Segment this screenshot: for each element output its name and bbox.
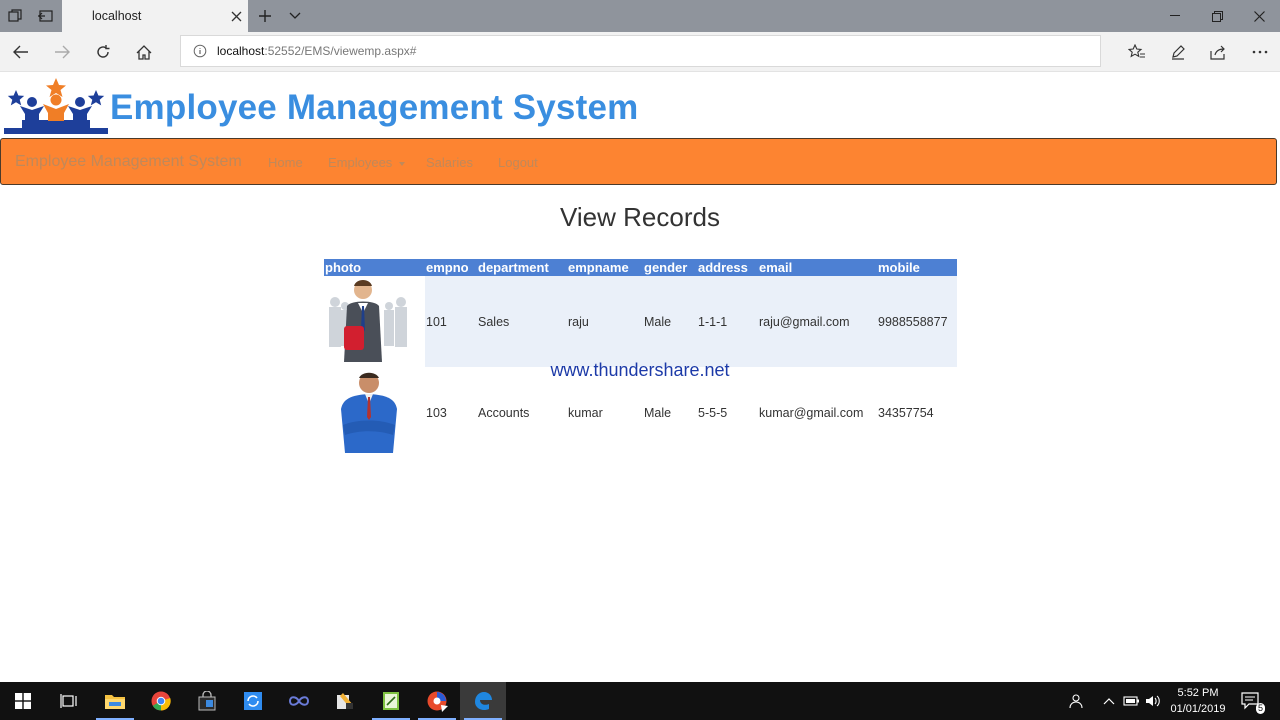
minimize-icon[interactable] xyxy=(1154,0,1196,32)
clock-date: 01/01/2019 xyxy=(1170,703,1226,715)
column-header-mobile: mobile xyxy=(877,259,957,276)
restore-icon[interactable] xyxy=(1196,0,1238,32)
sync-app-icon[interactable] xyxy=(230,682,276,720)
action-center-icon[interactable]: 5 xyxy=(1238,682,1265,720)
cell-email: raju@gmail.com xyxy=(758,276,877,367)
chrome-icon[interactable] xyxy=(138,682,184,720)
employee-records-table: photo empno department empname gender ad… xyxy=(324,259,957,458)
site-title: Employee Management System xyxy=(110,88,639,127)
column-header-photo: photo xyxy=(324,259,425,276)
column-header-gender: gender xyxy=(643,259,697,276)
watermark-text: www.thundershare.net xyxy=(550,360,730,380)
column-header-department: department xyxy=(477,259,567,276)
url-host: localhost xyxy=(217,44,265,58)
task-view-icon[interactable] xyxy=(46,682,92,720)
dev-tools-icon[interactable] xyxy=(322,682,368,720)
tab-actions-icon[interactable] xyxy=(0,0,30,32)
close-tab-icon[interactable] xyxy=(226,6,246,26)
refresh-icon[interactable] xyxy=(87,36,119,68)
cell-address: 1-1-1 xyxy=(697,276,758,367)
column-header-empno: empno xyxy=(425,259,477,276)
address-bar: localhost:52552/EMS/viewemp.aspx# xyxy=(0,32,1280,72)
close-window-icon[interactable] xyxy=(1238,0,1280,32)
column-header-empname: empname xyxy=(567,259,643,276)
nav-employees-dropdown[interactable]: Employees xyxy=(328,155,405,170)
notification-count-badge: 5 xyxy=(1255,703,1265,714)
main-navbar: Employee Management System Home Employee… xyxy=(0,138,1277,185)
recorder-app-icon[interactable] xyxy=(414,682,460,720)
web-page: Employee Management System Employee Mana… xyxy=(0,72,1280,682)
new-tab-icon[interactable] xyxy=(250,0,280,32)
employee-photo xyxy=(324,276,425,367)
show-hidden-icons-chevron[interactable] xyxy=(1099,682,1119,720)
table-header-row: photo empno department empname gender ad… xyxy=(324,259,957,276)
clock-time: 5:52 PM xyxy=(1177,687,1219,699)
share-icon[interactable] xyxy=(1200,36,1236,68)
navbar-brand[interactable]: Employee Management System xyxy=(15,153,242,171)
url-field[interactable]: localhost:52552/EMS/viewemp.aspx# xyxy=(180,35,1101,67)
tab-preview-chevron-icon[interactable] xyxy=(280,0,310,32)
people-icon[interactable] xyxy=(1064,682,1086,720)
nav-employees-label: Employees xyxy=(328,155,393,170)
infinity-app-icon[interactable] xyxy=(276,682,322,720)
page-heading: View Records xyxy=(560,202,720,232)
browser-tab-bar: localhost xyxy=(0,0,1280,32)
nav-salaries-link[interactable]: Salaries xyxy=(426,155,473,170)
team-logo-icon xyxy=(2,76,110,138)
favorites-icon[interactable] xyxy=(1119,36,1155,68)
info-icon[interactable] xyxy=(193,44,207,58)
caret-down-icon xyxy=(398,161,405,166)
windows-start-icon[interactable] xyxy=(0,682,46,720)
cell-empname: raju xyxy=(567,276,643,367)
windows-taskbar: 5:52 PM 01/01/2019 5 xyxy=(0,682,1280,720)
nav-logout-link[interactable]: Logout xyxy=(498,155,538,170)
cell-department: Sales xyxy=(477,276,567,367)
battery-icon[interactable] xyxy=(1121,682,1141,720)
cell-mobile: 9988558877 xyxy=(877,276,957,367)
tab-title: localhost xyxy=(92,9,142,23)
home-icon[interactable] xyxy=(128,36,160,68)
system-clock[interactable]: 5:52 PM 01/01/2019 xyxy=(1160,685,1236,717)
file-explorer-icon[interactable] xyxy=(92,682,138,720)
set-tabs-aside-icon[interactable] xyxy=(30,0,60,32)
url-path: :52552/EMS/viewemp.aspx# xyxy=(264,44,417,58)
tab-localhost[interactable]: localhost xyxy=(62,0,248,32)
back-arrow-icon[interactable] xyxy=(5,36,37,68)
column-header-address: address xyxy=(697,259,758,276)
site-header: Employee Management System xyxy=(0,72,1280,138)
notepad-app-icon[interactable] xyxy=(368,682,414,720)
cell-empno: 101 xyxy=(425,276,477,367)
web-note-pen-icon[interactable] xyxy=(1160,36,1196,68)
table-row: 101 Sales raju Male 1-1-1 raju@gmail.com… xyxy=(324,276,957,367)
cell-gender: Male xyxy=(643,276,697,367)
store-bag-icon[interactable] xyxy=(184,682,230,720)
forward-arrow-icon[interactable] xyxy=(46,36,78,68)
edge-browser-icon[interactable] xyxy=(460,682,506,720)
column-header-email: email xyxy=(758,259,877,276)
more-options-icon[interactable] xyxy=(1242,36,1278,68)
nav-home-link[interactable]: Home xyxy=(268,155,303,170)
